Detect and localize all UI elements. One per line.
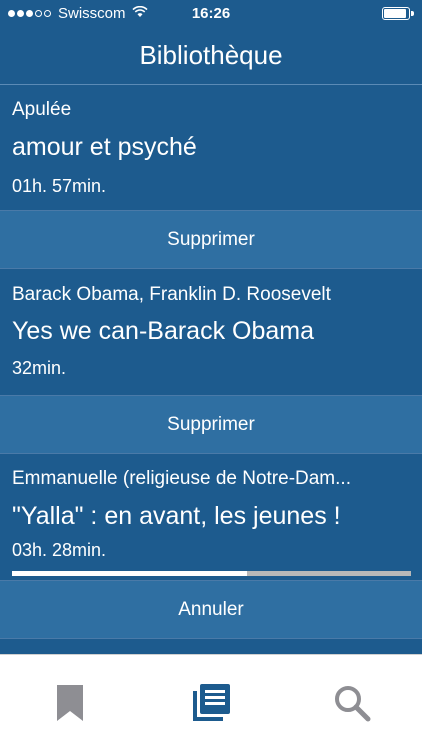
download-progress-bar bbox=[12, 571, 411, 576]
book-duration: 32min. bbox=[12, 358, 67, 378]
delete-button[interactable]: Supprimer bbox=[0, 396, 422, 454]
book-author: Apulée bbox=[12, 99, 72, 120]
book-duration: 01h. 57min. bbox=[12, 176, 107, 196]
page-title: Bibliothèque bbox=[139, 40, 283, 70]
book-item[interactable]: Apulée amour et psyché 01h. 57min. bbox=[0, 85, 422, 211]
book-author: Barack Obama, Franklin D. Roosevelt bbox=[12, 284, 331, 305]
book-title: amour et psyché bbox=[12, 133, 197, 161]
book-title: "Yalla" : en avant, les jeunes ! bbox=[12, 502, 341, 530]
book-item[interactable]: Emmanuelle (religieuse de Notre-Dam... "… bbox=[0, 454, 422, 581]
delete-button[interactable]: Supprimer bbox=[0, 211, 422, 269]
library-icon bbox=[193, 684, 230, 721]
tab-search[interactable] bbox=[282, 655, 422, 751]
book-item[interactable]: Barack Obama, Franklin D. Roosevelt Yes … bbox=[0, 269, 422, 396]
status-bar: Swisscom 16:26 bbox=[0, 0, 422, 28]
navigation-bar: Bibliothèque bbox=[0, 28, 422, 85]
tab-library[interactable] bbox=[141, 655, 281, 751]
book-author: Emmanuelle (religieuse de Notre-Dam... bbox=[12, 468, 351, 489]
clock: 16:26 bbox=[191, 5, 231, 22]
book-title: Yes we can-Barack Obama bbox=[12, 317, 315, 345]
search-icon bbox=[335, 686, 371, 722]
tab-bookmarks[interactable] bbox=[0, 655, 140, 751]
battery-icon bbox=[382, 7, 414, 20]
book-duration: 03h. 28min. bbox=[12, 540, 107, 560]
tab-bar bbox=[0, 654, 422, 751]
cancel-button[interactable]: Annuler bbox=[0, 581, 422, 639]
download-progress-fill bbox=[12, 571, 248, 576]
bookmark-icon bbox=[57, 685, 83, 721]
